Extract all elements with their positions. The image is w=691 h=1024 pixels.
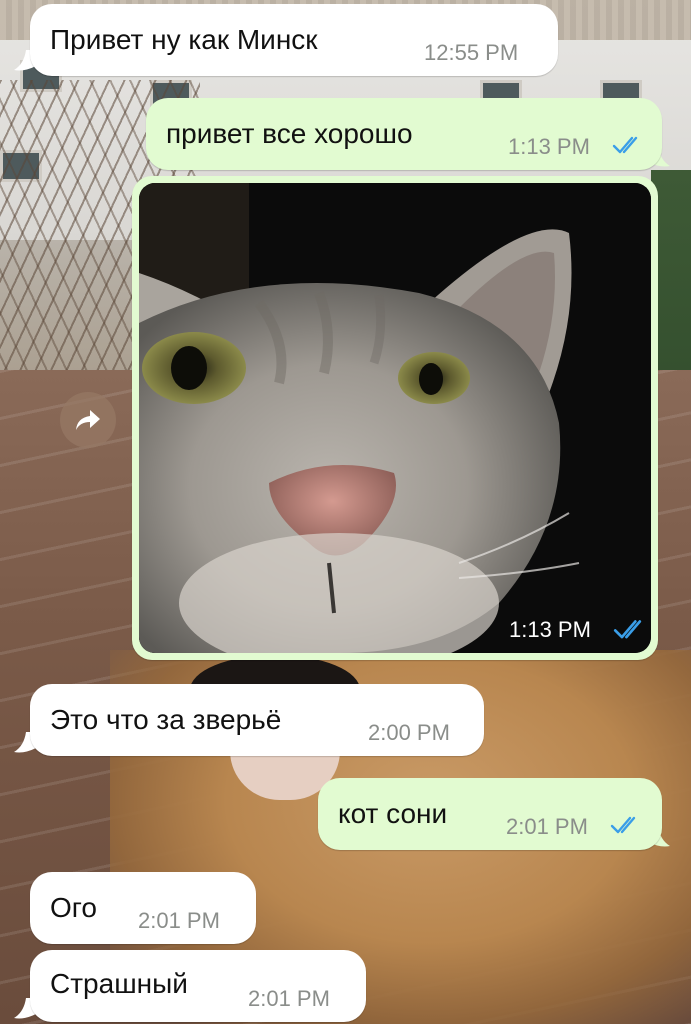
message-timestamp: 2:00 PM <box>368 720 450 745</box>
message-text: Это что за зверьё <box>50 704 282 735</box>
forward-arrow-icon <box>76 410 100 430</box>
double-check-icon <box>613 620 642 639</box>
message-text: Страшный <box>50 968 188 999</box>
message-timestamp: 1:13 PM <box>509 617 591 642</box>
outgoing-message-bubble[interactable]: кот сони 2:01 PM <box>318 778 662 850</box>
message-text: Привет ну как Минск <box>50 24 318 55</box>
cat-image <box>139 183 651 653</box>
message-text: Ого <box>50 892 97 923</box>
message-timestamp: 2:01 PM <box>138 908 220 933</box>
message-timestamp: 1:13 PM <box>508 134 590 159</box>
incoming-message-bubble[interactable]: Страшный 2:01 PM <box>30 950 366 1022</box>
message-timestamp: 2:01 PM <box>506 814 588 839</box>
cat-photo[interactable]: 1:13 PM <box>139 183 651 653</box>
double-check-icon <box>612 136 638 154</box>
message-timestamp: 12:55 PM <box>424 40 519 65</box>
message-text: привет все хорошо <box>166 118 413 149</box>
forward-button[interactable] <box>60 392 116 448</box>
incoming-message-bubble[interactable]: Это что за зверьё 2:00 PM <box>30 684 484 756</box>
message-text: кот сони <box>338 798 448 829</box>
incoming-message-bubble[interactable]: Ого 2:01 PM <box>30 872 256 944</box>
incoming-message-bubble[interactable]: Привет ну как Минск 12:55 PM <box>30 4 558 76</box>
outgoing-message-bubble[interactable]: привет все хорошо 1:13 PM <box>146 98 662 170</box>
outgoing-photo-message[interactable]: 1:13 PM <box>132 176 658 660</box>
message-timestamp: 2:01 PM <box>248 986 330 1011</box>
double-check-icon <box>610 816 636 834</box>
chat-thread: Привет ну как Минск 12:55 PM привет все … <box>0 0 691 1024</box>
